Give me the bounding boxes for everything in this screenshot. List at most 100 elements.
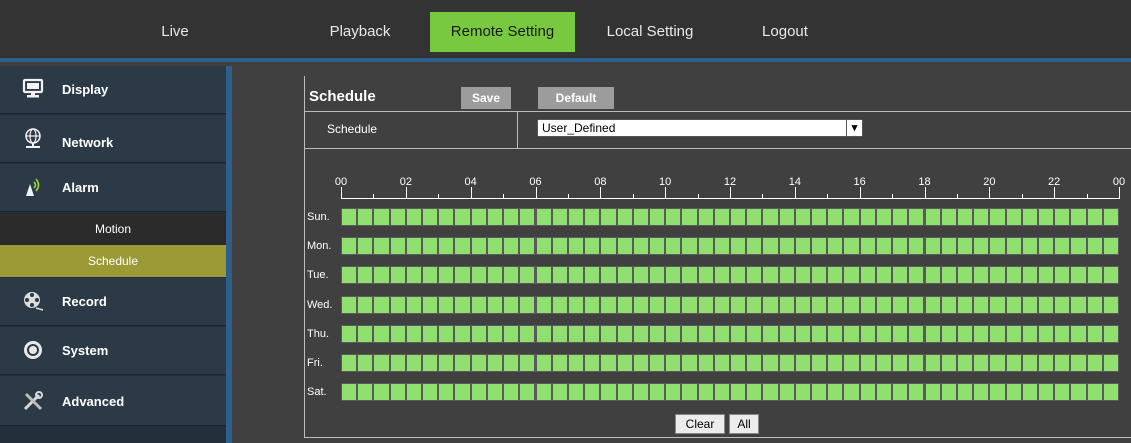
schedule-cell[interactable] — [860, 209, 875, 225]
schedule-cell[interactable] — [504, 238, 519, 255]
schedule-cell[interactable] — [974, 209, 989, 225]
schedule-cell[interactable] — [358, 325, 373, 342]
schedule-cell[interactable] — [633, 325, 648, 342]
schedule-row[interactable] — [341, 208, 1119, 226]
schedule-cell[interactable] — [1103, 384, 1118, 401]
sidebar-item-system[interactable]: System — [0, 327, 226, 375]
schedule-cell[interactable] — [536, 296, 551, 313]
schedule-cell[interactable] — [1038, 209, 1054, 225]
schedule-cell[interactable] — [747, 355, 762, 371]
schedule-cell[interactable] — [990, 209, 1005, 225]
schedule-cell[interactable] — [439, 209, 454, 225]
schedule-cell[interactable] — [1087, 267, 1102, 284]
schedule-cell[interactable] — [1022, 325, 1037, 342]
schedule-cell[interactable] — [601, 238, 616, 255]
schedule-cell[interactable] — [487, 209, 503, 225]
schedule-cell[interactable] — [747, 209, 762, 225]
nav-live[interactable]: Live — [120, 12, 230, 52]
schedule-cell[interactable] — [666, 355, 681, 371]
schedule-cell[interactable] — [1071, 384, 1086, 401]
schedule-cell[interactable] — [471, 267, 486, 284]
schedule-cell[interactable] — [812, 325, 827, 342]
schedule-cell[interactable] — [812, 355, 827, 371]
schedule-cell[interactable] — [585, 325, 600, 342]
schedule-cell[interactable] — [1087, 238, 1102, 255]
schedule-cell[interactable] — [1006, 296, 1021, 313]
schedule-cell[interactable] — [1055, 325, 1070, 342]
schedule-cell[interactable] — [990, 325, 1005, 342]
schedule-cell[interactable] — [439, 325, 454, 342]
schedule-cell[interactable] — [763, 355, 778, 371]
schedule-cell[interactable] — [860, 267, 875, 284]
schedule-cell[interactable] — [423, 267, 438, 284]
schedule-cell[interactable] — [617, 267, 632, 284]
schedule-cell[interactable] — [795, 209, 811, 225]
schedule-cell[interactable] — [876, 267, 892, 284]
schedule-cell[interactable] — [1006, 325, 1021, 342]
sidebar-item-record[interactable]: Record — [0, 278, 226, 326]
schedule-cell[interactable] — [601, 267, 616, 284]
schedule-cell[interactable] — [957, 267, 973, 284]
schedule-cell[interactable] — [342, 325, 357, 342]
schedule-cell[interactable] — [1022, 296, 1037, 313]
schedule-cell[interactable] — [342, 355, 357, 371]
schedule-cell[interactable] — [1038, 355, 1054, 371]
schedule-cell[interactable] — [925, 384, 940, 401]
schedule-row[interactable] — [341, 295, 1119, 314]
schedule-cell[interactable] — [828, 325, 843, 342]
schedule-cell[interactable] — [974, 296, 989, 313]
schedule-cell[interactable] — [1087, 384, 1102, 401]
schedule-cell[interactable] — [990, 238, 1005, 255]
schedule-cell[interactable] — [763, 267, 778, 284]
schedule-cell[interactable] — [974, 355, 989, 371]
schedule-row[interactable] — [341, 266, 1119, 285]
schedule-cell[interactable] — [1087, 325, 1102, 342]
schedule-cell[interactable] — [585, 209, 600, 225]
schedule-cell[interactable] — [779, 238, 794, 255]
schedule-cell[interactable] — [795, 355, 811, 371]
schedule-cell[interactable] — [455, 296, 470, 313]
schedule-cell[interactable] — [941, 384, 956, 401]
schedule-row[interactable] — [341, 383, 1119, 402]
schedule-cell[interactable] — [860, 355, 875, 371]
schedule-cell[interactable] — [698, 355, 713, 371]
save-button[interactable]: Save — [461, 87, 511, 109]
schedule-cell[interactable] — [779, 325, 794, 342]
schedule-cell[interactable] — [698, 209, 713, 225]
schedule-cell[interactable] — [504, 209, 519, 225]
schedule-cell[interactable] — [552, 355, 567, 371]
schedule-cell[interactable] — [925, 325, 940, 342]
schedule-cell[interactable] — [1071, 238, 1086, 255]
schedule-cell[interactable] — [455, 238, 470, 255]
schedule-cell[interactable] — [682, 238, 697, 255]
schedule-cell[interactable] — [374, 296, 389, 313]
schedule-cell[interactable] — [779, 267, 794, 284]
schedule-cell[interactable] — [941, 209, 956, 225]
sidebar-subitem-motion[interactable]: Motion — [0, 213, 226, 245]
schedule-cell[interactable] — [1038, 384, 1054, 401]
schedule-cell[interactable] — [828, 209, 843, 225]
nav-playback[interactable]: Playback — [305, 12, 415, 52]
schedule-cell[interactable] — [812, 238, 827, 255]
schedule-cell[interactable] — [552, 238, 567, 255]
schedule-cell[interactable] — [763, 296, 778, 313]
schedule-cell[interactable] — [585, 355, 600, 371]
schedule-cell[interactable] — [779, 209, 794, 225]
schedule-cell[interactable] — [957, 238, 973, 255]
schedule-cell[interactable] — [520, 325, 535, 342]
schedule-cell[interactable] — [1022, 355, 1037, 371]
schedule-cell[interactable] — [536, 209, 551, 225]
schedule-cell[interactable] — [844, 355, 859, 371]
schedule-cell[interactable] — [925, 209, 940, 225]
schedule-cell[interactable] — [1103, 355, 1118, 371]
schedule-cell[interactable] — [957, 355, 973, 371]
schedule-cell[interactable] — [471, 296, 486, 313]
schedule-cell[interactable] — [682, 355, 697, 371]
schedule-cell[interactable] — [698, 238, 713, 255]
schedule-cell[interactable] — [504, 384, 519, 401]
schedule-cell[interactable] — [876, 296, 892, 313]
schedule-cell[interactable] — [828, 267, 843, 284]
schedule-cell[interactable] — [957, 296, 973, 313]
schedule-cell[interactable] — [974, 325, 989, 342]
schedule-cell[interactable] — [731, 355, 746, 371]
